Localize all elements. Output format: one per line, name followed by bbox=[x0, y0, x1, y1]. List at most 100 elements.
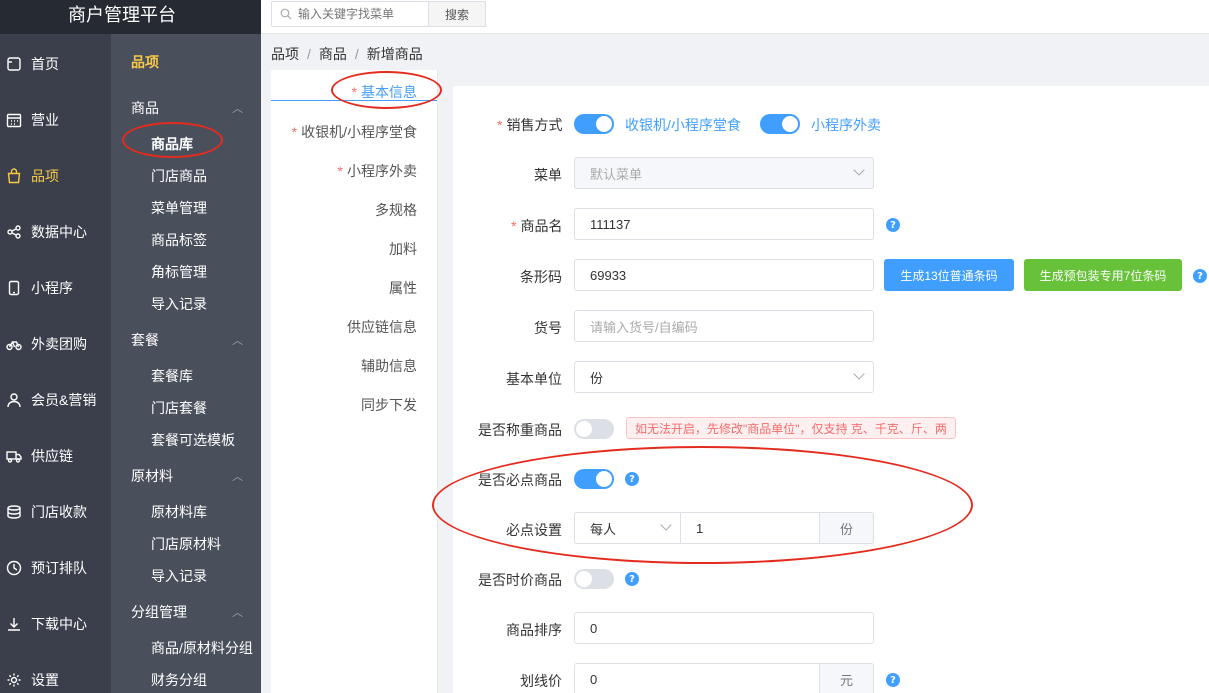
help-icon[interactable]: ? bbox=[1193, 269, 1207, 283]
menu-label: 菜单 bbox=[534, 167, 562, 183]
phone-icon bbox=[6, 280, 22, 296]
share-icon bbox=[6, 224, 22, 240]
dine-in-switch[interactable] bbox=[574, 114, 614, 134]
nav-item-label: 数据中心 bbox=[31, 224, 87, 240]
nav-item-product-material-groups[interactable]: 商品/原材料分组 bbox=[151, 638, 253, 658]
sale-mode-label: * 销售方式 bbox=[497, 117, 563, 133]
nav-item-products[interactable]: 品项 bbox=[0, 148, 111, 204]
nav-item-combo-library[interactable]: 套餐库 bbox=[151, 366, 193, 386]
nav-item-business[interactable]: 营业 bbox=[0, 92, 111, 148]
nav-item-product-tags[interactable]: 商品标签 bbox=[151, 230, 207, 250]
weigh-switch[interactable] bbox=[574, 419, 614, 439]
menu-select[interactable]: 默认菜单 bbox=[574, 157, 874, 189]
search-input[interactable] bbox=[298, 7, 428, 21]
nav-item-member-marketing[interactable]: 会员&营销 bbox=[0, 372, 111, 428]
barcode-label: 条形码 bbox=[520, 269, 562, 285]
strike-price-input[interactable]: 0 bbox=[574, 663, 820, 693]
step-auxiliary-info[interactable]: 辅助信息 bbox=[361, 356, 417, 376]
dine-in-switch-label: 收银机/小程序堂食 bbox=[625, 117, 741, 133]
nav-item-label: 供应链 bbox=[31, 448, 73, 464]
unit-select-value: 份 bbox=[590, 370, 604, 386]
step-dine-in[interactable]: * 收银机/小程序堂食 bbox=[292, 122, 417, 142]
nav-item-label: 预订排队 bbox=[31, 560, 87, 576]
time-price-label: 是否时价商品 bbox=[478, 572, 562, 588]
takeout-switch-label: 小程序外卖 bbox=[811, 117, 881, 133]
nav-item-store-payment[interactable]: 门店收款 bbox=[0, 484, 111, 540]
bike-icon bbox=[6, 336, 22, 352]
nav-item-label: 门店收款 bbox=[31, 504, 87, 520]
must-scope-select[interactable]: 每人 bbox=[574, 512, 681, 544]
app-title: 商户管理平台 bbox=[0, 0, 261, 34]
gear-icon bbox=[6, 672, 22, 688]
step-basic-info[interactable]: * 基本信息 bbox=[352, 82, 417, 102]
breadcrumb-item[interactable]: 商品 bbox=[319, 46, 347, 62]
nav-item-miniprogram[interactable]: 小程序 bbox=[0, 260, 111, 316]
step-attributes[interactable]: 属性 bbox=[389, 278, 417, 298]
nav-item-menu-management[interactable]: 菜单管理 bbox=[151, 198, 207, 218]
secondary-nav-title: 品项 bbox=[131, 54, 159, 70]
step-supply-chain-info[interactable]: 供应链信息 bbox=[347, 317, 417, 337]
nav-group-products[interactable]: 商品 ︿ bbox=[131, 98, 251, 118]
nav-group-label: 商品 bbox=[131, 100, 159, 116]
sort-input[interactable]: 0 bbox=[574, 612, 874, 644]
generate-7-barcode-button[interactable]: 生成预包装专用7位条码 bbox=[1024, 259, 1182, 291]
must-qty-input[interactable]: 1 bbox=[680, 512, 820, 544]
bag-icon bbox=[6, 168, 22, 184]
form-steps: * 基本信息 * 收银机/小程序堂食 * 小程序外卖 多规格 加料 属性 供应链信息 … bbox=[271, 70, 438, 693]
nav-item-home[interactable]: 首页 bbox=[0, 36, 111, 92]
nav-item-supply-chain[interactable]: 供应链 bbox=[0, 428, 111, 484]
search-button[interactable]: 搜索 bbox=[428, 1, 486, 27]
nav-item-material-library[interactable]: 原材料库 bbox=[151, 502, 207, 522]
nav-item-badge-management[interactable]: 角标管理 bbox=[151, 262, 207, 282]
breadcrumb: 品项 / 商品 / 新增商品 bbox=[271, 44, 423, 64]
breadcrumb-item[interactable]: 品项 bbox=[271, 46, 299, 62]
nav-item-label: 下载中心 bbox=[31, 616, 87, 632]
chevron-up-icon: ︿ bbox=[232, 607, 243, 619]
takeout-switch[interactable] bbox=[760, 114, 800, 134]
nav-item-settings[interactable]: 设置 bbox=[0, 652, 111, 693]
nav-item-store-materials[interactable]: 门店原材料 bbox=[151, 534, 221, 554]
nav-item-store-products[interactable]: 门店商品 bbox=[151, 166, 207, 186]
help-icon[interactable]: ? bbox=[625, 572, 639, 586]
nav-item-finance-groups[interactable]: 财务分组 bbox=[151, 670, 207, 690]
nav-item-material-import-records[interactable]: 导入记录 bbox=[151, 566, 207, 586]
product-name-label: * 商品名 bbox=[511, 218, 563, 234]
nav-item-data-center[interactable]: 数据中心 bbox=[0, 204, 111, 260]
must-setting-label: 必点设置 bbox=[506, 522, 562, 538]
nav-group-grouping[interactable]: 分组管理 ︿ bbox=[131, 602, 251, 622]
sku-label: 货号 bbox=[534, 320, 562, 336]
step-multi-spec[interactable]: 多规格 bbox=[375, 200, 417, 220]
product-name-input[interactable]: 111137 bbox=[574, 208, 874, 240]
must-order-switch[interactable] bbox=[574, 469, 614, 489]
help-icon[interactable]: ? bbox=[886, 218, 900, 232]
nav-item-store-combos[interactable]: 门店套餐 bbox=[151, 398, 207, 418]
nav-item-label: 设置 bbox=[31, 672, 59, 688]
nav-item-label: 品项 bbox=[31, 168, 59, 184]
nav-group-materials[interactable]: 原材料 ︿ bbox=[131, 466, 251, 486]
must-order-label: 是否必点商品 bbox=[478, 472, 562, 488]
nav-group-label: 原材料 bbox=[131, 468, 173, 484]
time-price-switch[interactable] bbox=[574, 569, 614, 589]
nav-item-reservation[interactable]: 预订排队 bbox=[0, 540, 111, 596]
breadcrumb-current: 新增商品 bbox=[366, 46, 423, 62]
barcode-input[interactable]: 69933 bbox=[574, 259, 874, 291]
weigh-label: 是否称重商品 bbox=[478, 422, 562, 438]
step-takeout[interactable]: * 小程序外卖 bbox=[338, 161, 417, 181]
breadcrumb-separator: / bbox=[354, 46, 359, 62]
nav-item-combo-templates[interactable]: 套餐可选模板 bbox=[151, 430, 235, 450]
nav-item-product-library[interactable]: 商品库 bbox=[151, 134, 193, 154]
help-icon[interactable]: ? bbox=[625, 472, 639, 486]
nav-item-download[interactable]: 下载中心 bbox=[0, 596, 111, 652]
nav-item-label: 营业 bbox=[31, 112, 59, 128]
help-icon[interactable]: ? bbox=[886, 673, 900, 687]
step-addons[interactable]: 加料 bbox=[389, 239, 417, 259]
unit-select[interactable]: 份 bbox=[574, 361, 874, 393]
nav-item-takeout[interactable]: 外卖团购 bbox=[0, 316, 111, 372]
nav-item-import-records[interactable]: 导入记录 bbox=[151, 294, 207, 314]
unit-label: 基本单位 bbox=[506, 371, 562, 387]
breadcrumb-separator: / bbox=[307, 46, 311, 62]
nav-group-combos[interactable]: 套餐 ︿ bbox=[131, 330, 251, 350]
sku-input[interactable]: 请输入货号/自编码 bbox=[574, 310, 874, 342]
generate-13-barcode-button[interactable]: 生成13位普通条码 bbox=[884, 259, 1014, 291]
step-sync[interactable]: 同步下发 bbox=[361, 395, 417, 415]
